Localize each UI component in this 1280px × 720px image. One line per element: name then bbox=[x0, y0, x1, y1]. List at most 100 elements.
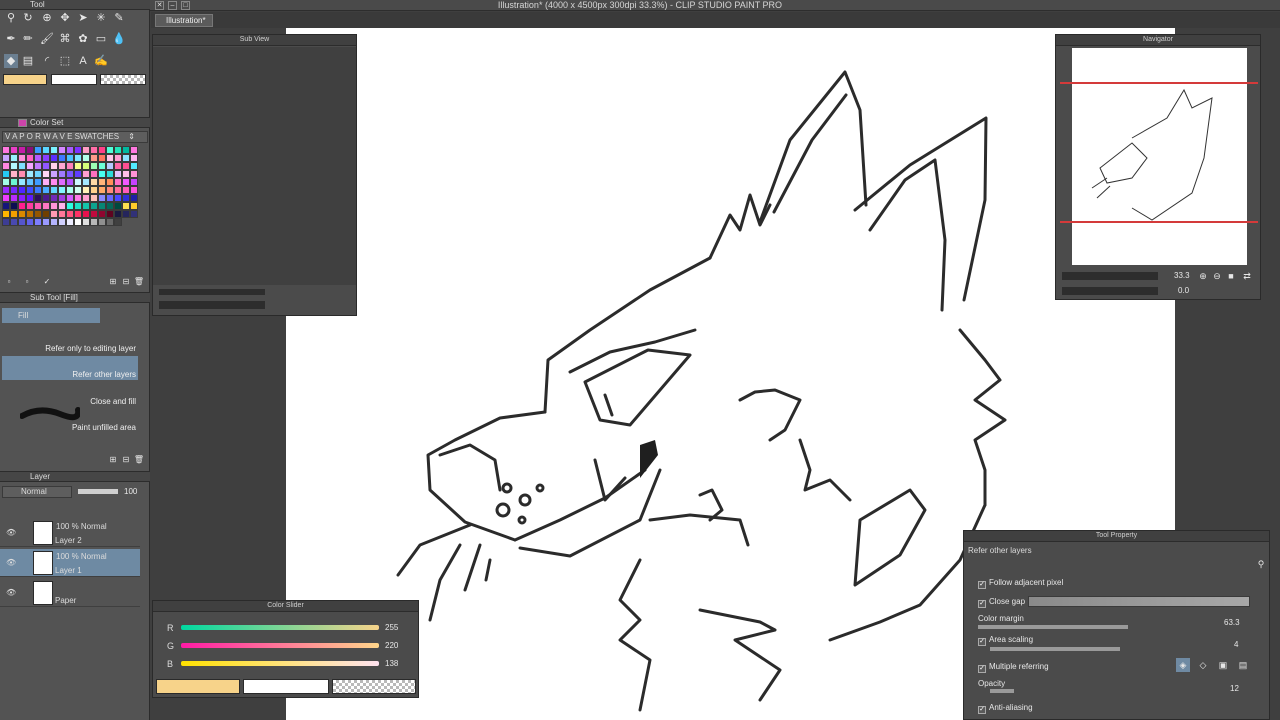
refer-folder-icon[interactable]: ▣ bbox=[1216, 658, 1230, 672]
palette-swatch[interactable] bbox=[98, 210, 106, 218]
layer-opacity-value[interactable]: 100 bbox=[124, 487, 137, 496]
fill-icon[interactable]: ◆ bbox=[4, 54, 18, 68]
palette-swatch[interactable] bbox=[90, 170, 98, 178]
blend-mode-select[interactable]: Normal bbox=[2, 486, 72, 498]
palette-swatch[interactable] bbox=[50, 162, 58, 170]
palette-swatch[interactable] bbox=[10, 218, 18, 226]
subtool-delete-icon[interactable]: 🗑 bbox=[132, 453, 146, 467]
palette-swatch[interactable] bbox=[58, 202, 66, 210]
palette-swatch[interactable] bbox=[10, 202, 18, 210]
palette-swatch[interactable] bbox=[90, 186, 98, 194]
palette-swatch[interactable] bbox=[42, 186, 50, 194]
opacity-slider[interactable] bbox=[990, 689, 1014, 693]
multiple-referring-row[interactable]: ✓ Multiple referring bbox=[978, 662, 1049, 673]
palette-swatch[interactable] bbox=[18, 202, 26, 210]
palette-swatch[interactable] bbox=[58, 170, 66, 178]
palette-swatch[interactable] bbox=[130, 154, 138, 162]
palette-swatch[interactable] bbox=[18, 170, 26, 178]
palette-swatch[interactable] bbox=[10, 210, 18, 218]
pen-icon[interactable]: ✒ bbox=[4, 32, 18, 46]
palette-swatch[interactable] bbox=[26, 210, 34, 218]
layer-row[interactable]: 👁 100 % Normal Layer 1 bbox=[0, 549, 140, 577]
palette-swatch[interactable] bbox=[58, 154, 66, 162]
palette-swatch[interactable] bbox=[50, 178, 58, 186]
gradient-icon[interactable]: ▤ bbox=[21, 54, 35, 68]
zoom-out-icon[interactable]: ⊖ bbox=[1210, 269, 1224, 283]
navigator-zoom-value[interactable]: 33.3 bbox=[1174, 271, 1190, 280]
opacity-slider[interactable] bbox=[78, 489, 118, 494]
palette-swatch[interactable] bbox=[42, 202, 50, 210]
palette-swatch[interactable] bbox=[50, 186, 58, 194]
palette-swatch[interactable] bbox=[114, 154, 122, 162]
palette-swatch[interactable] bbox=[42, 218, 50, 226]
palette-swatch[interactable] bbox=[90, 154, 98, 162]
palette-swatch[interactable] bbox=[74, 170, 82, 178]
palette-swatch[interactable] bbox=[66, 146, 74, 154]
zoom-in-icon[interactable]: ⊕ bbox=[1196, 269, 1210, 283]
anti-aliasing-row[interactable]: ✓ Anti-aliasing bbox=[978, 703, 1033, 714]
opacity-value[interactable]: 12 bbox=[1230, 684, 1239, 693]
palette-swatch[interactable] bbox=[26, 146, 34, 154]
follow-adjacent-row[interactable]: ✓ Follow adjacent pixel bbox=[978, 578, 1063, 589]
palette-swatch[interactable] bbox=[10, 186, 18, 194]
checkbox-icon[interactable]: ✓ bbox=[978, 706, 986, 714]
palette-swatch[interactable] bbox=[90, 210, 98, 218]
palette-swatch[interactable] bbox=[74, 146, 82, 154]
palette-swatch[interactable] bbox=[130, 178, 138, 186]
palette-swatch[interactable] bbox=[2, 154, 10, 162]
subtool-refer-other[interactable]: Refer other layers bbox=[2, 356, 138, 380]
layer-row[interactable]: 👁 Paper bbox=[0, 579, 140, 607]
palette-swatch[interactable] bbox=[58, 178, 66, 186]
balloon-icon[interactable]: ✍ bbox=[94, 54, 108, 68]
palette-swatch[interactable] bbox=[34, 146, 42, 154]
palette-swatch[interactable] bbox=[10, 178, 18, 186]
palette-swatch[interactable] bbox=[98, 218, 106, 226]
palette-swatch[interactable] bbox=[50, 210, 58, 218]
palette-swatch[interactable] bbox=[18, 162, 26, 170]
palette-swatch[interactable] bbox=[106, 146, 114, 154]
palette-swatch[interactable] bbox=[90, 178, 98, 186]
palette-swatch[interactable] bbox=[34, 218, 42, 226]
palette-swatch[interactable] bbox=[106, 194, 114, 202]
palette-swatch[interactable] bbox=[34, 154, 42, 162]
palette-swatch[interactable] bbox=[58, 194, 66, 202]
palette-swatch[interactable] bbox=[66, 154, 74, 162]
palette-swatch[interactable] bbox=[18, 178, 26, 186]
palette-swatch[interactable] bbox=[26, 178, 34, 186]
red-value[interactable]: 255 bbox=[385, 623, 398, 632]
red-slider[interactable] bbox=[181, 625, 379, 630]
palette-swatch[interactable] bbox=[74, 154, 82, 162]
color-margin-slider[interactable] bbox=[978, 625, 1128, 629]
palette-swatch[interactable] bbox=[42, 154, 50, 162]
blue-slider[interactable] bbox=[181, 661, 379, 666]
palette-swatch[interactable] bbox=[90, 194, 98, 202]
brush-icon[interactable]: 🖌 bbox=[40, 32, 54, 46]
object-icon[interactable]: ➤ bbox=[76, 11, 90, 25]
palette-swatch[interactable] bbox=[2, 202, 10, 210]
palette-swatch[interactable] bbox=[18, 154, 26, 162]
palette-swatch[interactable] bbox=[106, 162, 114, 170]
palette-swatch[interactable] bbox=[98, 162, 106, 170]
palette-swatch[interactable] bbox=[74, 210, 82, 218]
palette-swatch[interactable] bbox=[106, 178, 114, 186]
refer-all-icon[interactable]: ◈ bbox=[1176, 658, 1190, 672]
palette-swatch[interactable] bbox=[114, 202, 122, 210]
palette-swatch[interactable] bbox=[34, 202, 42, 210]
palette-swatch[interactable] bbox=[18, 218, 26, 226]
palette-swatch[interactable] bbox=[122, 162, 130, 170]
navigator-rotate-value[interactable]: 0.0 bbox=[1178, 286, 1189, 295]
palette-eyedropper-icon[interactable]: ✓ bbox=[40, 275, 54, 289]
palette-swatch[interactable] bbox=[98, 178, 106, 186]
move-icon[interactable]: ✥ bbox=[58, 11, 72, 25]
palette-swatch[interactable] bbox=[2, 146, 10, 154]
zoom-icon[interactable]: ⊕ bbox=[40, 11, 54, 25]
eyedropper-icon[interactable]: ✎ bbox=[112, 11, 126, 25]
navigator-rotate-slider[interactable] bbox=[1062, 287, 1158, 295]
palette-swatch[interactable] bbox=[18, 186, 26, 194]
checkbox-icon[interactable]: ✓ bbox=[978, 600, 986, 608]
palette-swatch[interactable] bbox=[122, 194, 130, 202]
palette-swatch[interactable] bbox=[82, 210, 90, 218]
blue-value[interactable]: 138 bbox=[385, 659, 398, 668]
palette-swatch[interactable] bbox=[2, 194, 10, 202]
palette-swatch[interactable] bbox=[34, 170, 42, 178]
